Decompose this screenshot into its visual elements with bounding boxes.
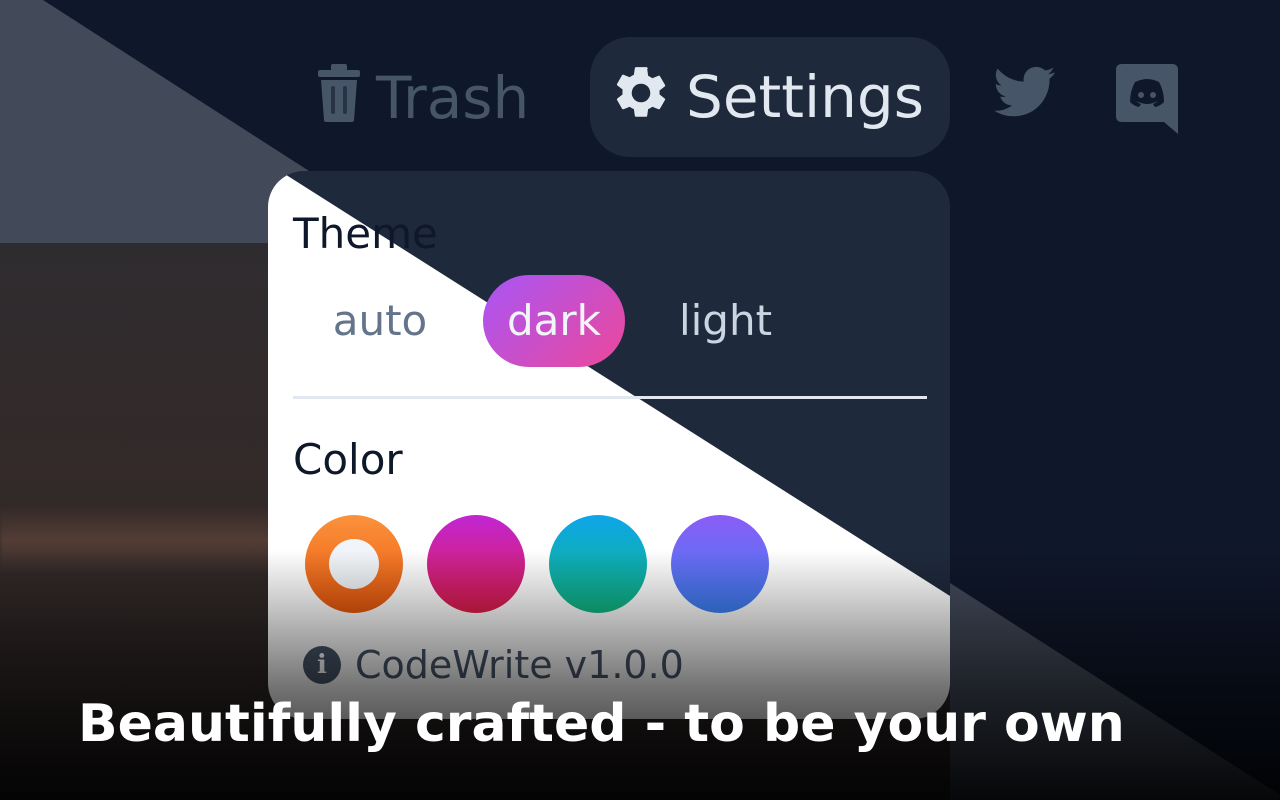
background-streak	[0, 505, 310, 575]
color-swatch-indigo[interactable]	[671, 515, 769, 613]
twitter-icon	[994, 66, 1056, 127]
tagline: Beautifully crafted - to be your own	[78, 694, 1125, 754]
color-swatch-orange[interactable]	[305, 515, 403, 613]
theme-option-dark[interactable]: dark	[483, 275, 625, 367]
nav-settings-button[interactable]: Settings	[590, 37, 950, 157]
selected-indicator	[329, 539, 379, 589]
theme-section-title: Theme	[293, 209, 438, 258]
nav-discord-button[interactable]	[1116, 64, 1178, 143]
nav-settings-label: Settings	[686, 63, 924, 131]
color-section-title: Color	[293, 435, 403, 484]
theme-option-light[interactable]: light	[663, 275, 788, 367]
color-swatch-teal[interactable]	[549, 515, 647, 613]
trash-icon	[316, 64, 362, 131]
section-divider	[293, 396, 927, 399]
discord-icon	[1116, 64, 1178, 143]
theme-option-auto[interactable]: auto	[320, 275, 440, 367]
nav-trash-button[interactable]: Trash	[316, 64, 529, 131]
color-swatch-pink[interactable]	[427, 515, 525, 613]
nav-trash-label: Trash	[376, 63, 530, 132]
version-text: CodeWrite v1.0.0	[355, 643, 684, 687]
settings-panel: Theme auto dark light Color i CodeWrite …	[268, 171, 950, 719]
gear-icon	[610, 62, 672, 133]
info-icon: i	[303, 646, 341, 684]
nav-twitter-button[interactable]	[994, 66, 1056, 127]
version-info: i CodeWrite v1.0.0	[303, 643, 684, 687]
